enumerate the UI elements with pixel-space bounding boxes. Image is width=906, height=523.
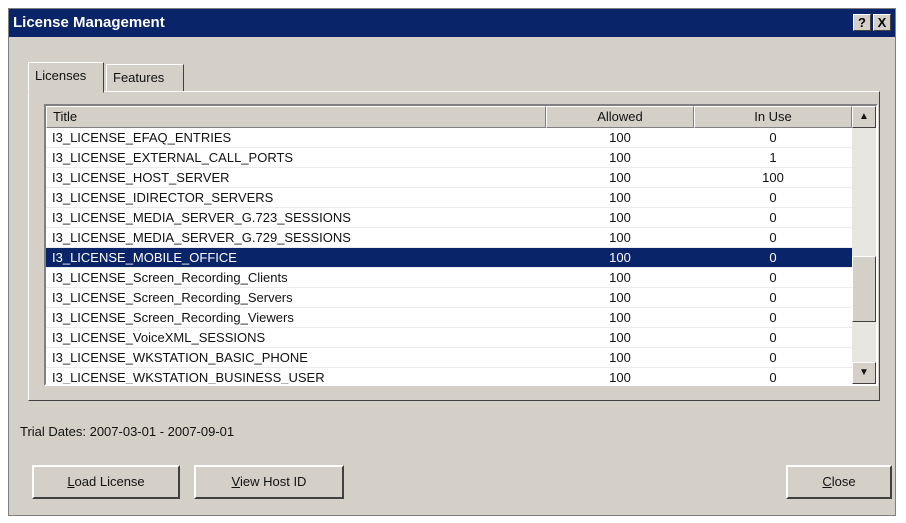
cell-in-use: 1 [769, 150, 777, 165]
list-rows: I3_LICENSE_EFAQ_ENTRIES 100 0 I3_LICENSE_EX… [46, 128, 852, 385]
cell-allowed: 100 [609, 190, 631, 205]
cell-in-use: 0 [769, 350, 777, 365]
cell-allowed: 100 [609, 290, 631, 305]
table-row[interactable]: I3_LICENSE_Screen_Recording_Clients 100 0 [46, 268, 852, 288]
cell-allowed: 100 [609, 150, 631, 165]
cell-title: I3_LICENSE_MEDIA_SERVER_G.723_SESSIONS [52, 210, 351, 225]
table-row[interactable]: I3_LICENSE_WKSTATION_BASIC_PHONE 100 0 [46, 348, 852, 368]
cell-in-use: 0 [769, 330, 777, 345]
cell-in-use: 0 [769, 290, 777, 305]
cell-in-use: 0 [769, 370, 777, 385]
table-row[interactable]: I3_LICENSE_EFAQ_ENTRIES 100 0 [46, 128, 852, 148]
cell-title: I3_LICENSE_EFAQ_ENTRIES [52, 130, 232, 145]
cell-in-use: 0 [769, 130, 777, 145]
scroll-thumb[interactable] [852, 256, 876, 322]
tab-licenses[interactable]: Licenses [28, 62, 104, 93]
cell-allowed: 100 [609, 130, 631, 145]
table-row[interactable]: I3_LICENSE_IDIRECTOR_SERVERS 100 0 [46, 188, 852, 208]
table-row[interactable]: I3_LICENSE_Screen_Recording_Servers 100 0 [46, 288, 852, 308]
table-row[interactable]: I3_LICENSE_MEDIA_SERVER_G.729_SESSIONS 10… [46, 228, 852, 248]
column-header-allowed[interactable]: Allowed [546, 106, 694, 128]
cell-title: I3_LICENSE_VoiceXML_SESSIONS [52, 330, 266, 345]
cell-allowed: 100 [609, 330, 631, 345]
cell-allowed: 100 [609, 350, 631, 365]
cell-in-use: 100 [762, 170, 784, 185]
load-license-button[interactable]: Load License [32, 465, 180, 499]
table-row[interactable]: I3_LICENSE_WKSTATION_BUSINESS_USER 100 0 [46, 368, 852, 385]
cell-in-use: 0 [769, 230, 777, 245]
cell-in-use: 0 [769, 250, 777, 265]
cell-in-use: 0 [769, 210, 777, 225]
cell-allowed: 100 [609, 250, 631, 265]
close-icon[interactable]: X [873, 14, 891, 31]
cell-title: I3_LICENSE_MEDIA_SERVER_G.729_SESSIONS [52, 230, 351, 245]
table-row[interactable]: I3_LICENSE_MOBILE_OFFICE 100 0 [46, 248, 852, 268]
cell-title: I3_LICENSE_MOBILE_OFFICE [52, 250, 237, 265]
tab-features[interactable]: Features [106, 64, 184, 92]
cell-in-use: 0 [769, 270, 777, 285]
cell-allowed: 100 [609, 310, 631, 325]
cell-title: I3_LICENSE_Screen_Recording_Viewers [52, 310, 294, 325]
table-row[interactable]: I3_LICENSE_Screen_Recording_Viewers 100 0 [46, 308, 852, 328]
cell-title: I3_LICENSE_Screen_Recording_Servers [52, 290, 293, 305]
cell-in-use: 0 [769, 190, 777, 205]
cell-title: I3_LICENSE_WKSTATION_BUSINESS_USER [52, 370, 325, 385]
close-button[interactable]: Close [786, 465, 892, 499]
table-row[interactable]: I3_LICENSE_VoiceXML_SESSIONS 100 0 [46, 328, 852, 348]
cell-title: I3_LICENSE_Screen_Recording_Clients [52, 270, 288, 285]
scroll-down-button[interactable]: ▼ [852, 362, 876, 384]
cell-title: I3_LICENSE_IDIRECTOR_SERVERS [52, 190, 274, 205]
cell-allowed: 100 [609, 370, 631, 385]
cell-in-use: 0 [769, 310, 777, 325]
cell-allowed: 100 [609, 170, 631, 185]
view-host-id-button[interactable]: View Host ID [194, 465, 344, 499]
table-row[interactable]: I3_LICENSE_EXTERNAL_CALL_PORTS 100 1 [46, 148, 852, 168]
cell-allowed: 100 [609, 210, 631, 225]
license-list[interactable]: Title Allowed In Use I3_LICENSE_EFAQ_ENT… [44, 104, 878, 386]
window-title: License Management [13, 14, 165, 31]
help-button[interactable]: ? [853, 14, 871, 31]
column-header-in-use[interactable]: In Use [694, 106, 852, 128]
table-row[interactable]: I3_LICENSE_MEDIA_SERVER_G.723_SESSIONS 10… [46, 208, 852, 228]
cell-title: I3_LICENSE_EXTERNAL_CALL_PORTS [52, 150, 294, 165]
title-bar: License Management ? X [9, 9, 895, 37]
cell-title: I3_LICENSE_HOST_SERVER [52, 170, 230, 185]
cell-allowed: 100 [609, 230, 631, 245]
vertical-scrollbar[interactable]: ▲ ▼ [852, 106, 876, 384]
scroll-up-button[interactable]: ▲ [852, 106, 876, 128]
cell-title: I3_LICENSE_WKSTATION_BASIC_PHONE [52, 350, 308, 365]
table-row[interactable]: I3_LICENSE_HOST_SERVER 100 100 [46, 168, 852, 188]
cell-allowed: 100 [609, 270, 631, 285]
column-header-title[interactable]: Title [46, 106, 546, 128]
trial-dates: Trial Dates: 2007-03-01 - 2007-09-01 [20, 424, 235, 439]
list-header: Title Allowed In Use [46, 106, 852, 128]
